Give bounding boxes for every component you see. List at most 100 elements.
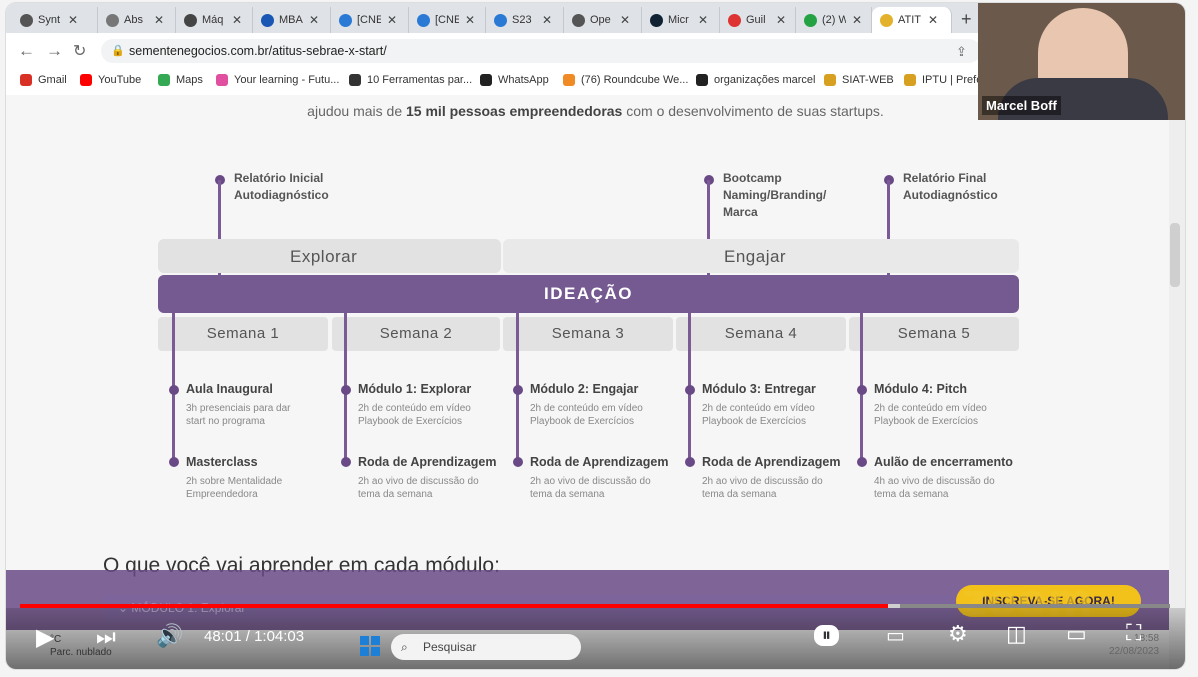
progress-bar[interactable]	[20, 604, 1170, 608]
close-tab-icon[interactable]: ✕	[465, 13, 475, 27]
bookmark-label: SIAT-WEB	[842, 74, 894, 86]
settings-gear-icon[interactable]: ⚙	[948, 621, 968, 647]
browser-tab-2[interactable]: Máq ✕	[176, 7, 253, 33]
activity-desc: 2h de conteúdo em vídeo	[702, 403, 815, 414]
autoplay-toggle[interactable]: ⏸	[814, 625, 839, 646]
bookmark-item[interactable]: Maps	[158, 74, 203, 86]
close-tab-icon[interactable]: ✕	[542, 13, 552, 27]
bookmark-icon	[349, 74, 361, 86]
page-scrollbar-track[interactable]	[1169, 95, 1185, 669]
milestone-line3: Marca	[723, 205, 758, 219]
activity-title: Módulo 3: Entregar	[702, 382, 816, 396]
close-tab-icon[interactable]: ✕	[68, 13, 78, 27]
tab-label: (2) W	[822, 14, 846, 26]
activity-title: Masterclass	[186, 455, 258, 469]
browser-tab-6[interactable]: S23 ✕	[486, 7, 564, 33]
url-text: sementenegocios.com.br/atitus-sebrae-x-s…	[129, 44, 387, 58]
current-time: 48:01	[204, 628, 242, 645]
bookmark-icon	[158, 74, 170, 86]
activity-dot	[685, 385, 695, 395]
webcam-name: Marcel Boff	[982, 96, 1061, 115]
activity-title: Módulo 2: Engajar	[530, 382, 639, 396]
progress-played	[20, 604, 889, 608]
subtitle-post: com o desenvolvimento de suas startups.	[622, 103, 884, 119]
activity-desc: tema da semana	[702, 489, 777, 500]
tab-label: [CNE	[435, 14, 459, 26]
bookmark-label: (76) Roundcube We...	[581, 74, 689, 86]
browser-tab-9[interactable]: Guil ✕	[720, 7, 796, 33]
activity-title: Roda de Aprendizagem	[358, 455, 497, 469]
new-tab-icon[interactable]: +	[961, 9, 972, 30]
browser-tab-7[interactable]: Ope ✕	[564, 7, 642, 33]
milestone-line1: Bootcamp	[723, 171, 782, 185]
activity-dot	[341, 385, 351, 395]
close-tab-icon[interactable]: ✕	[928, 13, 938, 27]
bookmark-item[interactable]: (76) Roundcube We...	[563, 74, 688, 86]
taskbar-search-text: Pesquisar	[423, 640, 477, 654]
browser-tab-5[interactable]: [CNE ✕	[409, 7, 486, 33]
forward-icon[interactable]: →	[46, 41, 63, 61]
browser-tab-3[interactable]: MBA ✕	[253, 7, 331, 33]
bookmark-label: IPTU | Prefe	[922, 74, 983, 86]
activity-title: Módulo 4: Pitch	[874, 382, 968, 396]
atitus-icon	[880, 13, 893, 27]
miniplayer-icon[interactable]: ◫	[1006, 621, 1027, 647]
fullscreen-icon[interactable]: ⛶	[1126, 620, 1141, 646]
activity-dot	[513, 385, 523, 395]
activity-desc: 2h de conteúdo em vídeo	[530, 403, 643, 414]
activity-desc: 4h ao vivo de discussão do	[874, 476, 995, 487]
browser-tab-1[interactable]: Abs ✕	[98, 7, 176, 33]
url-field[interactable]: 🔒 sementenegocios.com.br/atitus-sebrae-x…	[101, 39, 981, 63]
activity-desc: 2h de conteúdo em vídeo	[358, 403, 471, 414]
back-icon[interactable]: ←	[18, 41, 35, 61]
week-2: Semana 2	[332, 317, 500, 351]
bookmark-item[interactable]: organizações marcel	[696, 74, 816, 86]
c-icon	[417, 13, 430, 27]
tab-label: Ope	[590, 14, 611, 26]
bookmark-item[interactable]: Your learning - Futu...	[216, 74, 339, 86]
activity-title: Aula Inaugural	[186, 382, 273, 396]
close-tab-icon[interactable]: ✕	[232, 13, 242, 27]
share-icon[interactable]: ⇪	[956, 44, 967, 60]
tab-label: Guil	[746, 14, 766, 26]
volume-icon[interactable]: 🔊	[156, 623, 183, 649]
activity-dot	[341, 457, 351, 467]
next-icon[interactable]: ⏭	[96, 624, 116, 650]
bookmark-item[interactable]: Gmail	[20, 74, 67, 86]
activity-title: Roda de Aprendizagem	[702, 455, 841, 469]
bookmark-item[interactable]: WhatsApp	[480, 74, 549, 86]
reload-icon[interactable]: ↻	[73, 41, 86, 61]
close-tab-icon[interactable]: ✕	[620, 13, 630, 27]
browser-tab-0[interactable]: Synt ✕	[12, 7, 98, 33]
milestone-initial-report: Relatório Inicial Autodiagnóstico	[234, 170, 329, 204]
close-tab-icon[interactable]: ✕	[698, 13, 708, 27]
theater-mode-icon[interactable]: ▭	[1066, 621, 1087, 647]
browser-tab-11[interactable]: ATIT ✕	[872, 7, 952, 33]
openai-icon	[572, 13, 585, 27]
activity-title: Módulo 1: Explorar	[358, 382, 472, 396]
bookmark-item[interactable]: SIAT-WEB	[824, 74, 894, 86]
bookmark-item[interactable]: YouTube	[80, 74, 141, 86]
close-tab-icon[interactable]: ✕	[387, 13, 397, 27]
bookmark-item[interactable]: IPTU | Prefe	[904, 74, 982, 86]
activity-title: Aulão de encerramento	[874, 455, 1013, 469]
close-tab-icon[interactable]: ✕	[852, 13, 862, 27]
milestone-line2: Naming/Branding/	[723, 188, 827, 202]
play-icon[interactable]: ▶	[36, 623, 54, 652]
h-icon	[650, 13, 663, 27]
phase-label: Engajar	[724, 247, 787, 266]
activity-desc: tema da semana	[874, 489, 949, 500]
activity-dot	[857, 457, 867, 467]
browser-tab-10[interactable]: (2) W ✕	[796, 7, 872, 33]
close-tab-icon[interactable]: ✕	[776, 13, 786, 27]
ideacao-banner: IDEAÇÃO	[158, 275, 1019, 313]
close-tab-icon[interactable]: ✕	[309, 13, 319, 27]
bookmark-item[interactable]: 10 Ferramentas par...	[349, 74, 472, 86]
browser-tab-4[interactable]: [CNE ✕	[331, 7, 409, 33]
browser-tab-8[interactable]: Micr ✕	[642, 7, 720, 33]
subtitles-icon[interactable]: ▭	[886, 623, 905, 648]
bookmark-icon	[216, 74, 228, 86]
page-scrollbar-thumb[interactable]	[1170, 223, 1180, 287]
close-tab-icon[interactable]: ✕	[154, 13, 164, 27]
stack-icon	[106, 13, 119, 27]
